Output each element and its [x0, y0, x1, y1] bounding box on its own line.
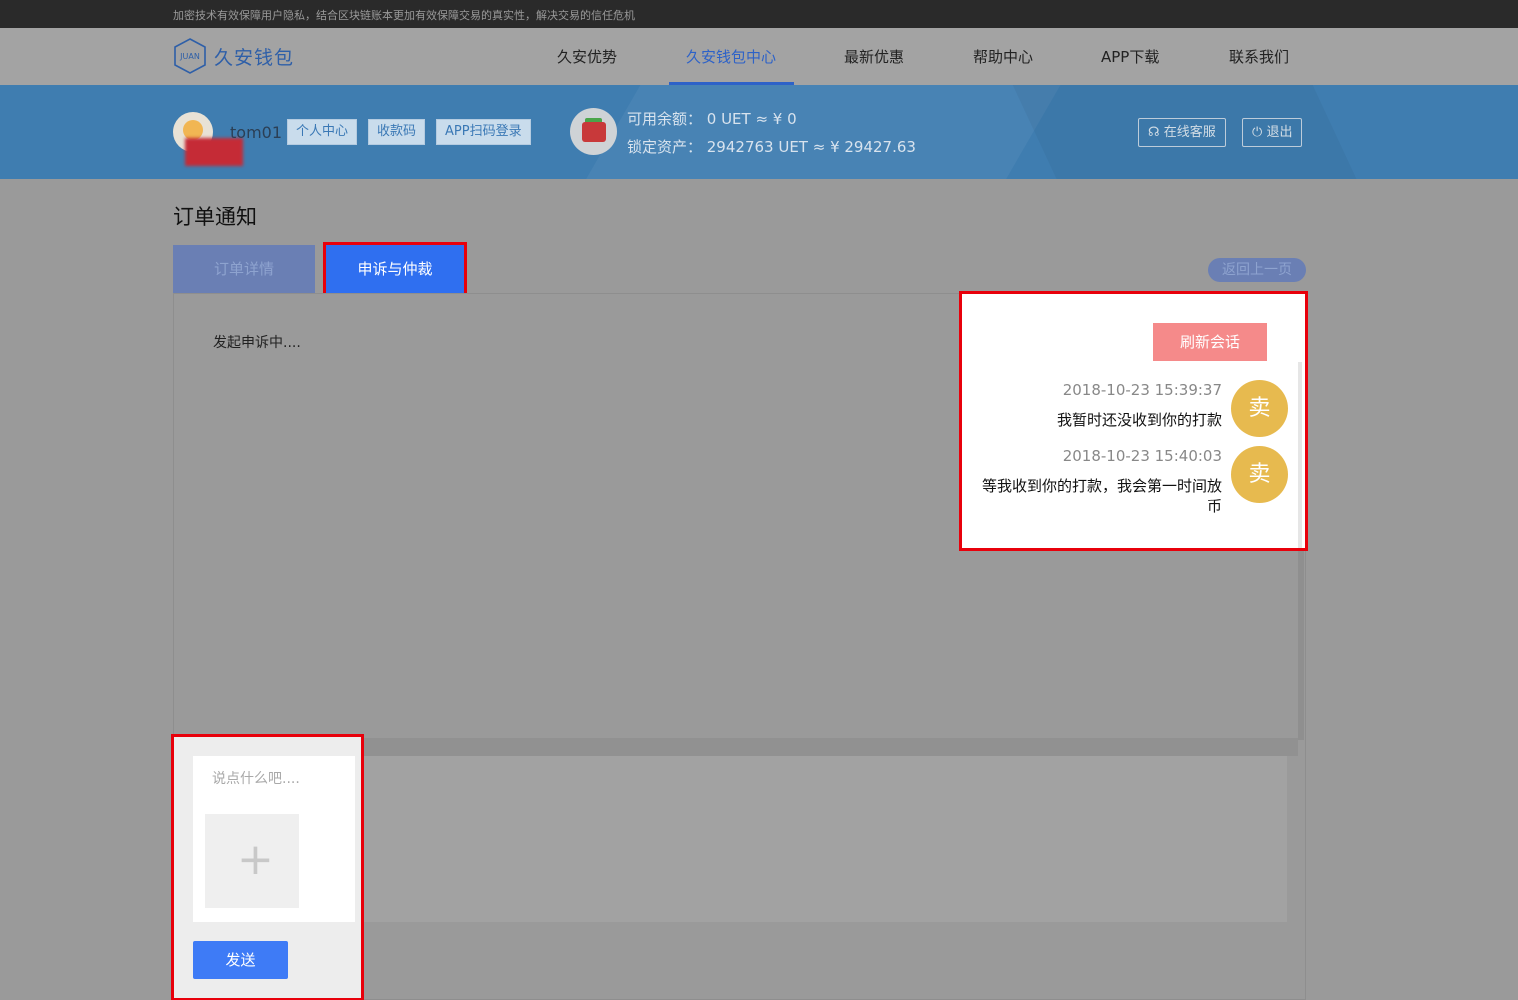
main-nav: JUAN 久安钱包 久安优势 久安钱包中心 最新优惠 帮助中心 APP下载 联系…: [0, 28, 1518, 85]
logo-text: 久安钱包: [214, 46, 295, 69]
seller-badge: 卖: [1231, 380, 1288, 437]
top-info-bar: 加密技术有效保障用户隐私，结合区块链账本更加有效保障交易的真实性，解决交易的信任…: [0, 0, 1518, 28]
nav-item-help[interactable]: 帮助中心: [973, 46, 1033, 67]
message-time: 2018-10-23 15:40:03: [1062, 447, 1222, 465]
logo[interactable]: JUAN 久安钱包: [172, 38, 294, 74]
message-text: 等我收到你的打款，我会第一时间放币: [982, 477, 1223, 515]
tab-appeal-arbitration[interactable]: 申诉与仲裁: [323, 242, 467, 296]
nav-item-contact[interactable]: 联系我们: [1229, 46, 1289, 67]
app-scan-login-button[interactable]: APP扫码登录: [436, 119, 531, 145]
chat-scrollbar[interactable]: [1298, 362, 1302, 548]
message-time: 2018-10-23 15:39:37: [1062, 381, 1222, 399]
message-input-placeholder: 说点什么吧....: [212, 771, 300, 787]
nav-item-wallet-center[interactable]: 久安钱包中心: [686, 46, 776, 67]
power-icon: ⏻: [1252, 125, 1263, 140]
nav-item-promotions[interactable]: 最新优惠: [844, 46, 904, 67]
compose-box: 说点什么吧.... + 发送: [171, 734, 364, 1000]
tab-order-details[interactable]: 订单详情: [173, 245, 315, 293]
nav-item-advantages[interactable]: 久安优势: [557, 46, 617, 67]
personal-center-button[interactable]: 个人中心: [287, 119, 358, 145]
wallet-icon: [570, 108, 617, 155]
online-service-label: 在线客服: [1163, 125, 1216, 140]
redacted-overlay: [185, 138, 243, 166]
page-title: 订单通知: [173, 205, 257, 229]
available-balance: 可用余额： 0 UET ≈ ¥ 0: [627, 110, 797, 128]
username: tom01: [230, 123, 283, 142]
chat-box: 刷新会话 2018-10-23 15:39:37 我暂时还没收到你的打款 卖 2…: [959, 291, 1308, 551]
payment-code-button[interactable]: 收款码: [368, 119, 426, 145]
message-text: 我暂时还没收到你的打款: [1056, 411, 1222, 429]
locked-assets: 锁定资产： 2942763 UET ≈ ¥ 29427.63: [627, 138, 916, 156]
appeal-status-text: 发起申诉中....: [213, 335, 301, 351]
refresh-chat-button[interactable]: 刷新会话: [1153, 323, 1267, 361]
logout-button[interactable]: ⏻ 退出: [1242, 118, 1303, 147]
send-button[interactable]: 发送: [193, 941, 288, 979]
nav-item-app-download[interactable]: APP下载: [1101, 46, 1159, 67]
logo-mark-icon: JUAN: [174, 38, 206, 74]
back-button[interactable]: 返回上一页: [1208, 258, 1306, 282]
plus-icon: +: [237, 834, 274, 885]
svg-text:JUAN: JUAN: [179, 52, 200, 61]
user-banner: tom01 个人中心 收款码 APP扫码登录 可用余额： 0 UET ≈ ¥ 0…: [0, 85, 1518, 179]
message-input[interactable]: 说点什么吧.... +: [193, 756, 355, 922]
upload-image-button[interactable]: +: [205, 814, 299, 908]
seller-badge: 卖: [1231, 446, 1288, 503]
online-service-button[interactable]: ☊ 在线客服: [1138, 118, 1226, 147]
top-info-text: 加密技术有效保障用户隐私，结合区块链账本更加有效保障交易的真实性，解决交易的信任…: [173, 9, 635, 22]
headset-icon: ☊: [1148, 125, 1160, 140]
logout-label: 退出: [1266, 125, 1293, 140]
